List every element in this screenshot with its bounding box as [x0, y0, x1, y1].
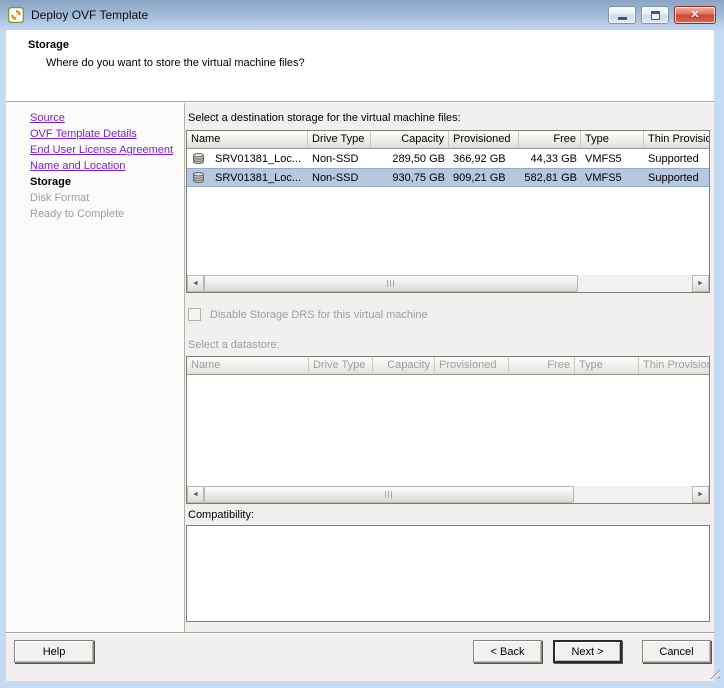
column-header-thin-provisioned[interactable]: Thin Provisioned — [644, 131, 710, 149]
step-subtitle: Where do you want to store the virtual m… — [46, 57, 305, 69]
cell-provisioned: 909,21 GB — [449, 172, 519, 184]
close-icon: ✕ — [690, 10, 699, 21]
minimize-button[interactable] — [608, 6, 636, 24]
footer: Help < Back Next > Cancel — [6, 634, 714, 681]
cell-thin-provisioned: Supported — [644, 172, 710, 184]
sidebar-item-storage: Storage — [30, 176, 184, 188]
column-header-capacity[interactable]: Capacity — [371, 131, 449, 149]
sidebar-item-end-user-license-agreement[interactable]: End User License Agreement — [30, 144, 184, 156]
scroll-right-button: ► — [692, 486, 709, 503]
sidebar-item-ready-to-complete: Ready to Complete — [30, 208, 184, 220]
datastore-table-header: Name Drive Type Capacity Provisioned Fre… — [187, 357, 709, 375]
wizard-header: Storage Where do you want to store the v… — [6, 30, 714, 101]
datastore-name: SRV01381_Loc... — [215, 172, 301, 184]
sidebar-item-ovf-template-details[interactable]: OVF Template Details — [30, 128, 184, 140]
scroll-left-icon: ◄ — [192, 280, 199, 287]
column-header-provisioned[interactable]: Provisioned — [449, 131, 519, 149]
cell-type: VMFS5 — [581, 172, 644, 184]
cell-provisioned: 366,92 GB — [449, 153, 519, 165]
datastore-table-hscrollbar: ◄ ► — [187, 486, 709, 503]
sidebar-item-name-and-location[interactable]: Name and Location — [30, 160, 184, 172]
column-header-type: Type — [575, 357, 639, 375]
cancel-button[interactable]: Cancel — [642, 640, 711, 663]
cell-free: 582,81 GB — [519, 172, 581, 184]
scroll-right-icon: ► — [697, 491, 704, 498]
next-button[interactable]: Next > — [553, 640, 622, 663]
help-button[interactable]: Help — [14, 640, 94, 663]
storage-table-header: Name Drive Type Capacity Provisioned Fre… — [187, 131, 709, 149]
column-header-provisioned: Provisioned — [435, 357, 509, 375]
column-header-free: Free — [509, 357, 575, 375]
cell-capacity: 930,75 GB — [371, 172, 449, 184]
cell-capacity: 289,50 GB — [371, 153, 449, 165]
compatibility-box — [186, 525, 710, 622]
maximize-icon — [651, 11, 660, 20]
storage-row-2-selected[interactable]: SRV01381_Loc... Non-SSD 930,75 GB 909,21… — [187, 168, 709, 187]
drs-checkbox-row: Disable Storage DRS for this virtual mac… — [188, 308, 428, 321]
datastore-icon — [192, 152, 205, 165]
storage-table: Name Drive Type Capacity Provisioned Fre… — [186, 130, 710, 293]
scroll-left-button[interactable]: ◄ — [187, 275, 204, 292]
column-header-name[interactable]: Name — [187, 131, 308, 149]
hscrollbar-thumb — [204, 486, 574, 503]
column-header-drive-type[interactable]: Drive Type — [308, 131, 371, 149]
sidebar-item-source[interactable]: Source — [30, 112, 184, 124]
cell-drive-type: Non-SSD — [308, 153, 371, 165]
step-title: Storage — [28, 39, 69, 51]
compatibility-label: Compatibility: — [188, 509, 254, 521]
titlebar[interactable]: Deploy OVF Template ✕ — [0, 0, 724, 30]
disable-storage-drs-label: Disable Storage DRS for this virtual mac… — [210, 309, 428, 321]
scroll-left-icon: ◄ — [192, 491, 199, 498]
destination-storage-label: Select a destination storage for the vir… — [188, 112, 461, 124]
sidebar-item-disk-format: Disk Format — [30, 192, 184, 204]
hscrollbar-thumb[interactable] — [204, 275, 578, 292]
storage-row-1[interactable]: SRV01381_Loc... Non-SSD 289,50 GB 366,92… — [187, 149, 709, 168]
datastore-table: Name Drive Type Capacity Provisioned Fre… — [186, 356, 710, 504]
storage-table-hscrollbar[interactable]: ◄ ► — [187, 275, 709, 292]
wizard-steps-sidebar: Source OVF Template Details End User Lic… — [6, 103, 185, 632]
column-header-capacity: Capacity — [373, 357, 435, 375]
datastore-name: SRV01381_Loc... — [215, 153, 301, 165]
scroll-right-icon: ► — [697, 280, 704, 287]
select-datastore-label: Select a datastore: — [188, 339, 280, 351]
window-title: Deploy OVF Template — [31, 8, 603, 22]
datastore-icon — [192, 171, 205, 184]
column-header-thin-provisioned: Thin Provisioned — [639, 357, 710, 375]
app-icon — [8, 7, 24, 23]
cell-free: 44,33 GB — [519, 153, 581, 165]
cell-drive-type: Non-SSD — [308, 172, 371, 184]
wizard-dialog: Storage Where do you want to store the v… — [6, 30, 714, 681]
cell-thin-provisioned: Supported — [644, 153, 710, 165]
close-button[interactable]: ✕ — [674, 6, 716, 24]
column-header-type[interactable]: Type — [581, 131, 644, 149]
minimize-icon — [618, 17, 627, 20]
cell-type: VMFS5 — [581, 153, 644, 165]
window-controls: ✕ — [603, 6, 716, 24]
scroll-left-button: ◄ — [187, 486, 204, 503]
deploy-ovf-template-window: Deploy OVF Template ✕ Storage Where do y… — [0, 0, 724, 688]
main-pane: Select a destination storage for the vir… — [186, 103, 710, 632]
disable-storage-drs-checkbox — [188, 308, 201, 321]
maximize-button[interactable] — [641, 6, 669, 24]
back-button[interactable]: < Back — [473, 640, 542, 663]
column-header-free[interactable]: Free — [519, 131, 581, 149]
column-header-drive-type: Drive Type — [309, 357, 373, 375]
column-header-name: Name — [187, 357, 309, 375]
footer-right-buttons: < Back Next > Cancel — [473, 640, 711, 663]
scroll-right-button[interactable]: ► — [692, 275, 709, 292]
